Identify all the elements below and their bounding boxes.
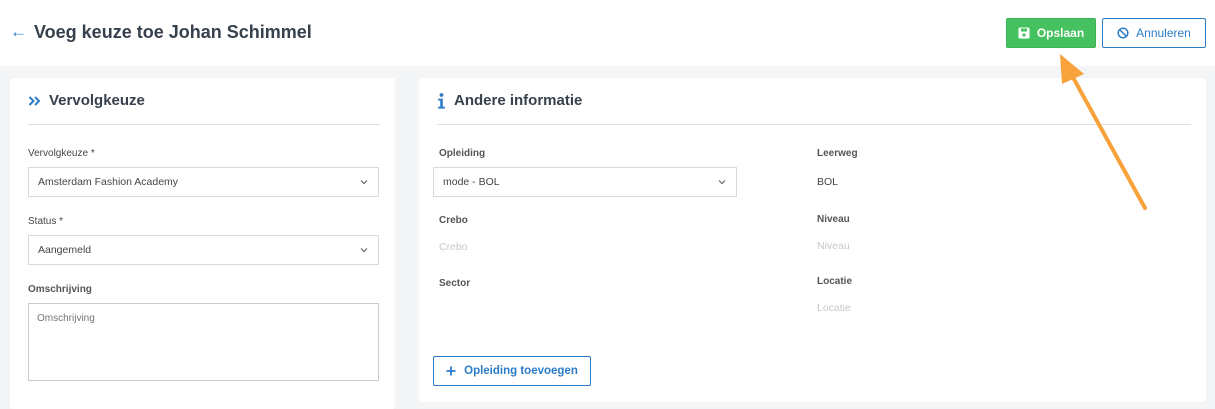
chevron-down-icon [360,180,368,185]
save-button[interactable]: Opslaan [1006,18,1096,48]
leerweg-value: BOL [817,176,839,188]
divider [28,124,380,125]
cancel-button-label: Annuleren [1136,26,1191,40]
opleiding-select[interactable]: mode - BOL [433,167,737,197]
vervolgkeuze-card: Vervolgkeuze Vervolgkeuze * Amsterdam Fa… [10,78,395,409]
niveau-label: Niveau [817,214,850,225]
add-opleiding-label: Opleiding toevoegen [464,365,578,377]
opleiding-label: Opleiding [439,148,486,159]
top-bar: ← Voeg keuze toe Johan Schimmel Opslaan … [0,0,1215,66]
locatie-placeholder: Locatie [817,302,851,314]
opleiding-value: mode - BOL [443,176,500,188]
vervolgkeuze-select[interactable]: Amsterdam Fashion Academy [28,167,379,197]
crebo-label: Crebo [439,215,468,226]
crebo-placeholder: Crebo [439,241,468,253]
vervolgkeuze-card-header: Vervolgkeuze [28,92,145,109]
floppy-disk-icon [1018,27,1030,39]
chevron-down-icon [360,248,368,253]
vervolgkeuze-value: Amsterdam Fashion Academy [38,176,179,188]
divider [437,124,1191,125]
page-title: Voeg keuze toe Johan Schimmel [34,22,312,42]
locatie-label: Locatie [817,276,853,287]
ban-icon [1117,27,1129,39]
andere-informatie-card-header: Andere informatie [437,92,582,109]
add-opleiding-button[interactable]: Opleiding toevoegen [433,356,591,386]
leerweg-label: Leerweg [817,148,858,159]
vervolgkeuze-label: Vervolgkeuze * [28,148,95,159]
info-icon [438,92,445,109]
vervolgkeuze-card-title: Vervolgkeuze [49,92,145,109]
andere-informatie-card: Andere informatie Opleiding mode - BOL L… [419,78,1206,402]
arrow-left-icon[interactable]: ← [10,22,27,42]
chevron-down-icon [718,180,726,185]
omschrijving-textarea[interactable] [28,303,379,381]
status-select[interactable]: Aangemeld [28,235,379,265]
save-button-label: Opslaan [1036,26,1085,40]
double-chevron-right-icon [28,95,41,106]
sector-label: Sector [439,278,471,289]
cancel-button[interactable]: Annuleren [1102,18,1206,48]
omschrijving-label: Omschrijving [28,284,92,295]
plus-icon [446,366,456,376]
andere-informatie-card-title: Andere informatie [454,92,583,109]
status-value: Aangemeld [38,244,92,256]
status-label: Status * [28,216,64,227]
niveau-placeholder: Niveau [817,240,850,252]
